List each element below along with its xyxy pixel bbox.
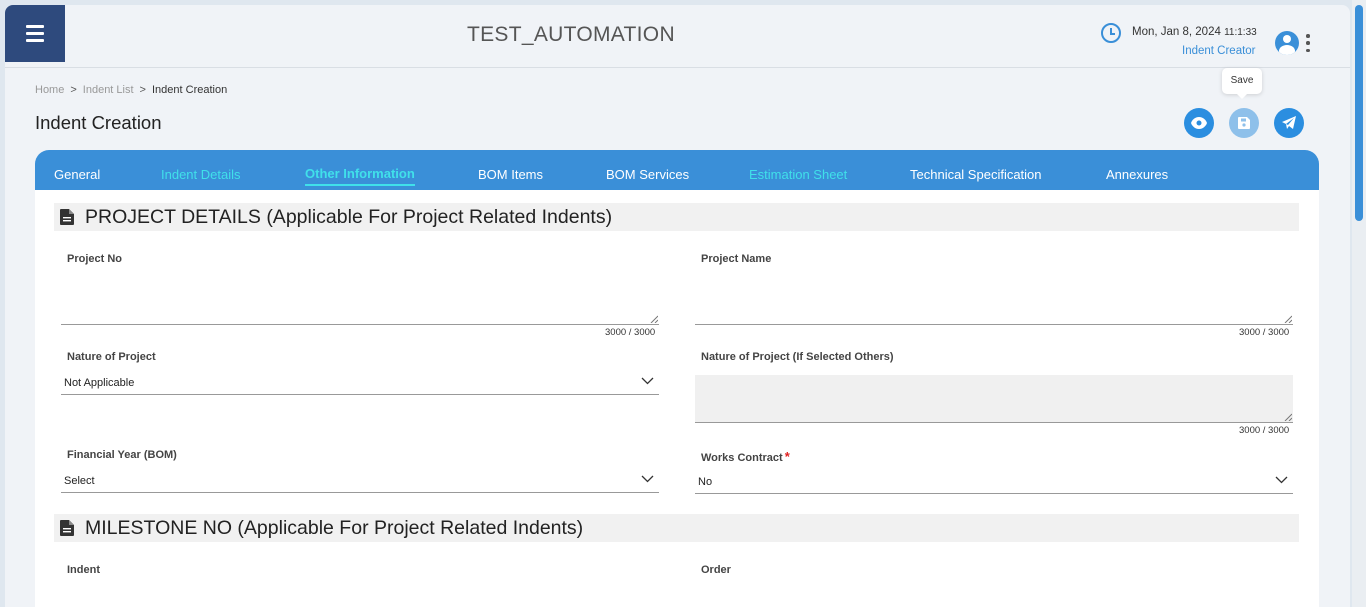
nature-of-project-label: Nature of Project bbox=[67, 351, 156, 363]
page-scrollbar[interactable] bbox=[1352, 0, 1366, 607]
tab-technical-specification[interactable]: Technical Specification bbox=[910, 167, 1042, 182]
resize-handle-icon[interactable] bbox=[650, 315, 658, 323]
select-value: Select bbox=[64, 475, 95, 487]
project-name-field[interactable] bbox=[695, 277, 1293, 325]
tab-indent-details[interactable]: Indent Details bbox=[161, 167, 241, 182]
save-tooltip: Save bbox=[1222, 68, 1262, 99]
char-counter: 3000 / 3000 bbox=[605, 327, 656, 338]
document-icon bbox=[60, 520, 74, 536]
project-no-field[interactable] bbox=[61, 277, 659, 325]
app-window: TEST_AUTOMATION Mon, Jan 8, 2024 11:1:33… bbox=[5, 5, 1350, 607]
tab-bom-items[interactable]: BOM Items bbox=[478, 167, 543, 182]
save-button[interactable] bbox=[1229, 108, 1259, 138]
user-role: Indent Creator bbox=[1182, 45, 1256, 57]
nature-other-label: Nature of Project (If Selected Others) bbox=[701, 351, 894, 363]
scrollbar-thumb[interactable] bbox=[1355, 5, 1363, 221]
top-bar: TEST_AUTOMATION Mon, Jan 8, 2024 11:1:33… bbox=[5, 5, 1350, 68]
breadcrumb-separator: > bbox=[70, 84, 77, 96]
eye-icon bbox=[1191, 117, 1207, 129]
section-title: MILESTONE NO (Applicable For Project Rel… bbox=[85, 516, 584, 539]
indent-label: Indent bbox=[67, 564, 100, 576]
tab-estimation-sheet[interactable]: Estimation Sheet bbox=[749, 167, 847, 182]
resize-handle-icon[interactable] bbox=[1284, 315, 1292, 323]
datetime: Mon, Jan 8, 2024 11:1:33 bbox=[1132, 26, 1257, 38]
project-name-label: Project Name bbox=[701, 253, 772, 265]
document-icon bbox=[60, 209, 74, 225]
works-contract-label: Works Contract * bbox=[701, 449, 790, 464]
select-value: Not Applicable bbox=[64, 377, 135, 389]
kebab-menu-icon[interactable] bbox=[1305, 34, 1311, 52]
breadcrumb-home[interactable]: Home bbox=[35, 84, 64, 96]
nature-other-field[interactable] bbox=[695, 375, 1293, 423]
tab-bar: General Indent Details Other Information… bbox=[35, 150, 1319, 190]
user-avatar-icon[interactable] bbox=[1275, 31, 1299, 55]
resize-handle-icon[interactable] bbox=[1284, 413, 1292, 421]
works-contract-label-text: Works Contract bbox=[701, 452, 783, 464]
tab-annexures[interactable]: Annexures bbox=[1106, 167, 1168, 182]
time-text: 11:1:33 bbox=[1224, 27, 1257, 38]
nature-of-project-select[interactable]: Not Applicable bbox=[61, 371, 659, 395]
tab-bom-services[interactable]: BOM Services bbox=[606, 167, 689, 182]
clock-icon bbox=[1101, 23, 1121, 43]
financial-year-select[interactable]: Select bbox=[61, 469, 659, 493]
milestone-header: MILESTONE NO (Applicable For Project Rel… bbox=[54, 514, 1299, 542]
breadcrumb-current: Indent Creation bbox=[151, 84, 228, 96]
required-asterisk: * bbox=[784, 449, 790, 464]
preview-button[interactable] bbox=[1184, 108, 1214, 138]
menu-icon[interactable] bbox=[5, 5, 65, 62]
breadcrumb-separator: > bbox=[139, 84, 146, 96]
send-button[interactable] bbox=[1274, 108, 1304, 138]
works-contract-select[interactable]: No bbox=[695, 470, 1293, 494]
select-value: No bbox=[698, 476, 713, 488]
financial-year-label: Financial Year (BOM) bbox=[67, 449, 177, 461]
chevron-down-icon bbox=[1275, 476, 1288, 484]
section-title: PROJECT DETAILS (Applicable For Project … bbox=[85, 205, 613, 228]
tab-other-information[interactable]: Other Information bbox=[305, 166, 415, 186]
project-no-label: Project No bbox=[67, 253, 123, 265]
breadcrumb-indent-list[interactable]: Indent List bbox=[83, 84, 134, 96]
date-text: Mon, Jan 8, 2024 bbox=[1132, 26, 1221, 38]
form-card: General Indent Details Other Information… bbox=[35, 150, 1319, 607]
page-title: Indent Creation bbox=[35, 112, 162, 133]
app-title: TEST_AUTOMATION bbox=[467, 23, 675, 46]
save-icon bbox=[1238, 117, 1250, 129]
char-counter: 3000 / 3000 bbox=[1239, 425, 1290, 436]
tab-general[interactable]: General bbox=[54, 167, 100, 182]
project-details-header: PROJECT DETAILS (Applicable For Project … bbox=[54, 203, 1299, 231]
order-label: Order bbox=[701, 564, 731, 576]
send-icon bbox=[1282, 116, 1296, 129]
char-counter: 3000 / 3000 bbox=[1239, 327, 1290, 338]
chevron-down-icon bbox=[641, 475, 654, 483]
breadcrumb: Home > Indent List > Indent Creation bbox=[35, 84, 227, 96]
chevron-down-icon bbox=[641, 377, 654, 385]
